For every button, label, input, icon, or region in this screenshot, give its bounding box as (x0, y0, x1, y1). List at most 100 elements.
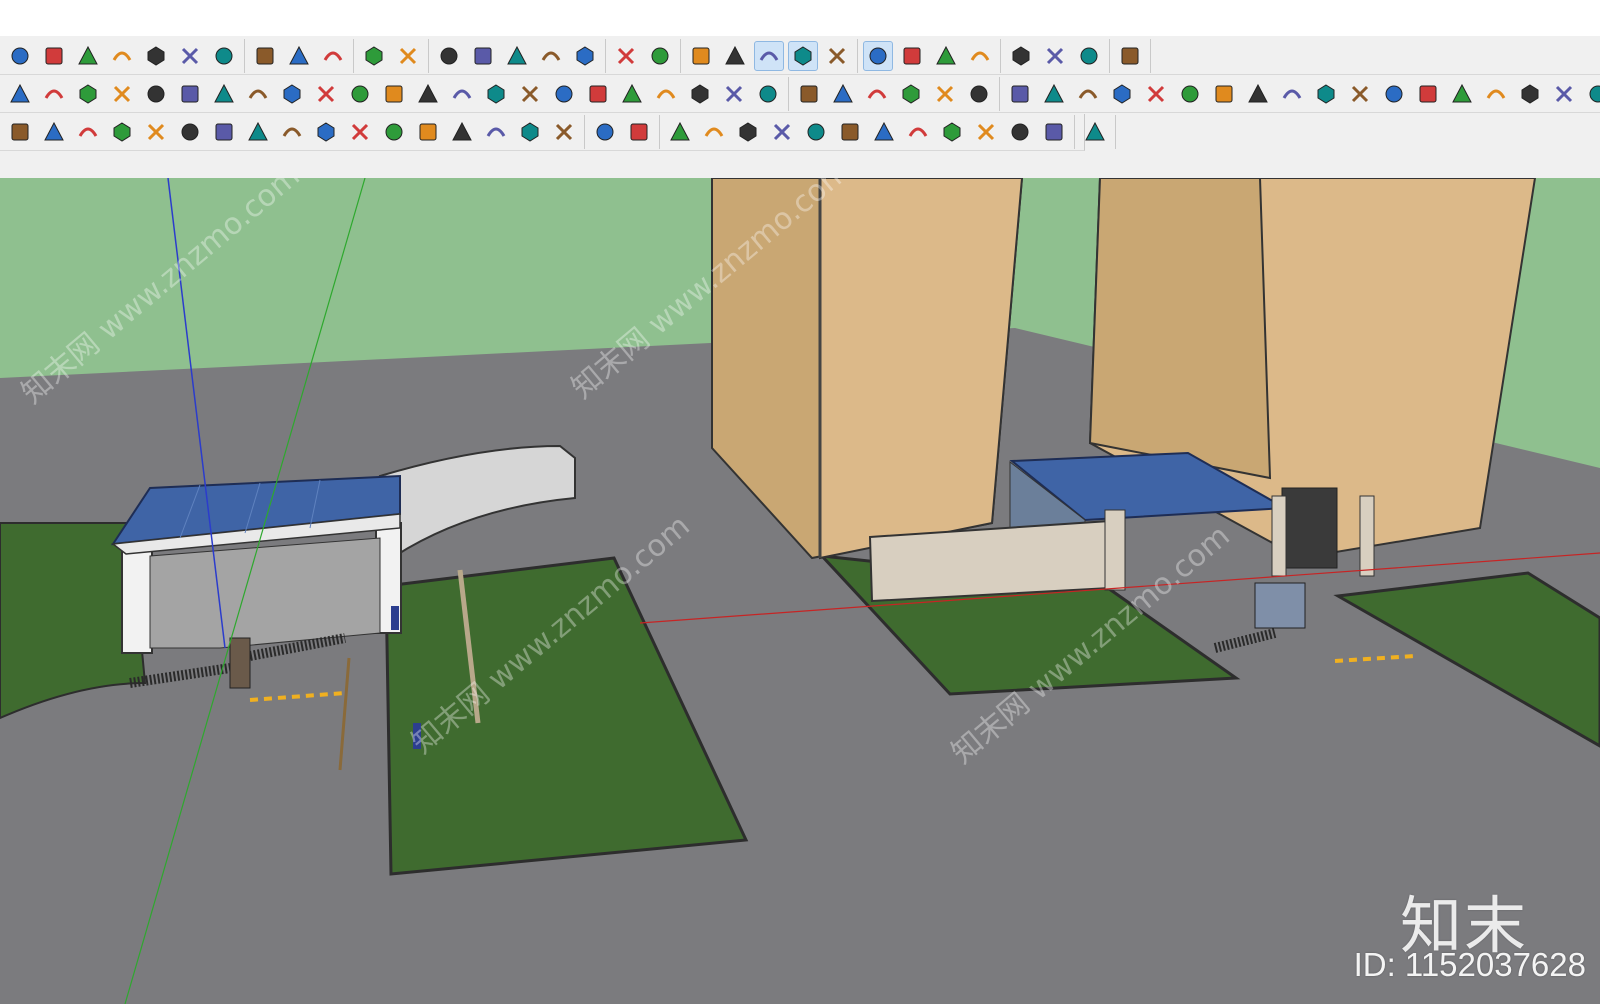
leaf-button[interactable] (651, 79, 681, 109)
layer-sun-button[interactable] (107, 41, 137, 71)
paper-button[interactable] (685, 79, 715, 109)
grid-sheet-button[interactable] (393, 41, 423, 71)
teal-grid-button[interactable] (1447, 79, 1477, 109)
clipboard-button[interactable] (1005, 79, 1035, 109)
logo-orange-button[interactable] (1080, 117, 1110, 147)
cube-blue-button[interactable] (5, 117, 35, 147)
bool-union-button[interactable] (665, 117, 695, 147)
undo-redo-button[interactable] (5, 41, 35, 71)
magnify-button[interactable] (1243, 79, 1273, 109)
rotate-v-button[interactable] (345, 117, 375, 147)
door-button[interactable] (828, 79, 858, 109)
stack-button[interactable] (788, 41, 818, 71)
add-circle-button[interactable] (39, 41, 69, 71)
box-open-button[interactable] (686, 41, 716, 71)
cog-button[interactable] (515, 79, 545, 109)
leaf-blue-button[interactable] (515, 117, 545, 147)
mirror-button[interactable] (175, 117, 205, 147)
bool-trim-button[interactable] (835, 117, 865, 147)
pen-edit-button[interactable] (1039, 79, 1069, 109)
drop-red-button[interactable] (311, 79, 341, 109)
cabinet-button[interactable] (481, 79, 511, 109)
box-3d-button[interactable] (1481, 79, 1511, 109)
stair-button[interactable] (277, 79, 307, 109)
path-follow-button[interactable] (73, 79, 103, 109)
cube-red-button[interactable] (413, 117, 443, 147)
3d-viewport[interactable]: 知末网 www.znzmo.com 知末网 www.znzmo.com 知末网 … (0, 178, 1600, 1004)
cloud-outline-button[interactable] (931, 41, 961, 71)
bool-split-button[interactable] (801, 117, 831, 147)
frame-button[interactable] (1006, 41, 1036, 71)
shield-blue-button[interactable] (549, 79, 579, 109)
curve-wave-button[interactable] (243, 79, 273, 109)
texture-button[interactable] (359, 41, 389, 71)
spring-button[interactable] (1277, 79, 1307, 109)
gear-button[interactable] (209, 41, 239, 71)
user-button[interactable] (318, 41, 348, 71)
spiral-button[interactable] (107, 79, 137, 109)
texture-fill-button[interactable] (1583, 79, 1600, 109)
red-grid-button[interactable] (1345, 79, 1375, 109)
rotate-x-button[interactable] (209, 117, 239, 147)
image-button[interactable] (1107, 79, 1137, 109)
roof-button[interactable] (937, 117, 967, 147)
tile-button[interactable] (822, 41, 852, 71)
house-top-button[interactable] (794, 79, 824, 109)
checker-ball-button[interactable] (141, 41, 171, 71)
push-pipe-button[interactable] (5, 79, 35, 109)
lock-button[interactable] (617, 79, 647, 109)
house-window-button[interactable] (896, 79, 926, 109)
gem-button[interactable] (434, 41, 464, 71)
slab-button[interactable] (754, 41, 784, 71)
wall-blue-button[interactable] (903, 117, 933, 147)
rotate-y-button[interactable] (243, 117, 273, 147)
flower-button[interactable] (1040, 41, 1070, 71)
s-curve-green-button[interactable] (590, 117, 620, 147)
tree-button[interactable] (73, 41, 103, 71)
slash-button[interactable] (379, 117, 409, 147)
cloud-lines-button[interactable] (965, 41, 995, 71)
list-button[interactable] (39, 117, 69, 147)
shade-add-button[interactable] (1549, 79, 1579, 109)
bar-button[interactable] (413, 79, 443, 109)
terrain-button[interactable] (536, 41, 566, 71)
curve-button[interactable] (175, 79, 205, 109)
barrel-button[interactable] (1039, 117, 1069, 147)
basket-button[interactable] (753, 79, 783, 109)
bulb-button[interactable] (1141, 79, 1171, 109)
mixed-grid-button[interactable] (1379, 79, 1409, 109)
roof-outline-button[interactable] (971, 117, 1001, 147)
wood-button[interactable] (447, 79, 477, 109)
pyramid-button[interactable] (468, 41, 498, 71)
mail-button[interactable] (250, 41, 280, 71)
cube-button[interactable] (1209, 79, 1239, 109)
white-grid-button[interactable] (1413, 79, 1443, 109)
box-paper-button[interactable] (645, 41, 675, 71)
corner-button[interactable] (549, 117, 579, 147)
bool-outline-button[interactable] (767, 117, 797, 147)
curve-plus-button[interactable] (209, 79, 239, 109)
cloud-wave-button[interactable] (863, 41, 893, 71)
arrows-red-button[interactable] (345, 79, 375, 109)
grid-blue-button[interactable] (869, 117, 899, 147)
house-outline-button[interactable] (930, 79, 960, 109)
info-button[interactable] (284, 41, 314, 71)
arc-bridge-button[interactable] (481, 117, 511, 147)
wiggle-button[interactable] (73, 117, 103, 147)
rotate-z-button[interactable] (277, 117, 307, 147)
chrome-ring-button[interactable] (1115, 41, 1145, 71)
bool-intersect-button[interactable] (733, 117, 763, 147)
measure-button[interactable] (141, 117, 171, 147)
rotate-r-button[interactable] (311, 117, 341, 147)
s-curve-red-button[interactable] (624, 117, 654, 147)
box-solid-button[interactable] (611, 41, 641, 71)
wand-button[interactable] (107, 117, 137, 147)
pipe-button[interactable] (39, 79, 69, 109)
house-dark-button[interactable] (964, 79, 994, 109)
orange-grid-button[interactable] (1311, 79, 1341, 109)
cloud-link-button[interactable] (897, 41, 927, 71)
house-button[interactable] (862, 79, 892, 109)
cup-button[interactable] (502, 41, 532, 71)
cloud-upload-button[interactable] (175, 41, 205, 71)
hex-button[interactable] (1175, 79, 1205, 109)
